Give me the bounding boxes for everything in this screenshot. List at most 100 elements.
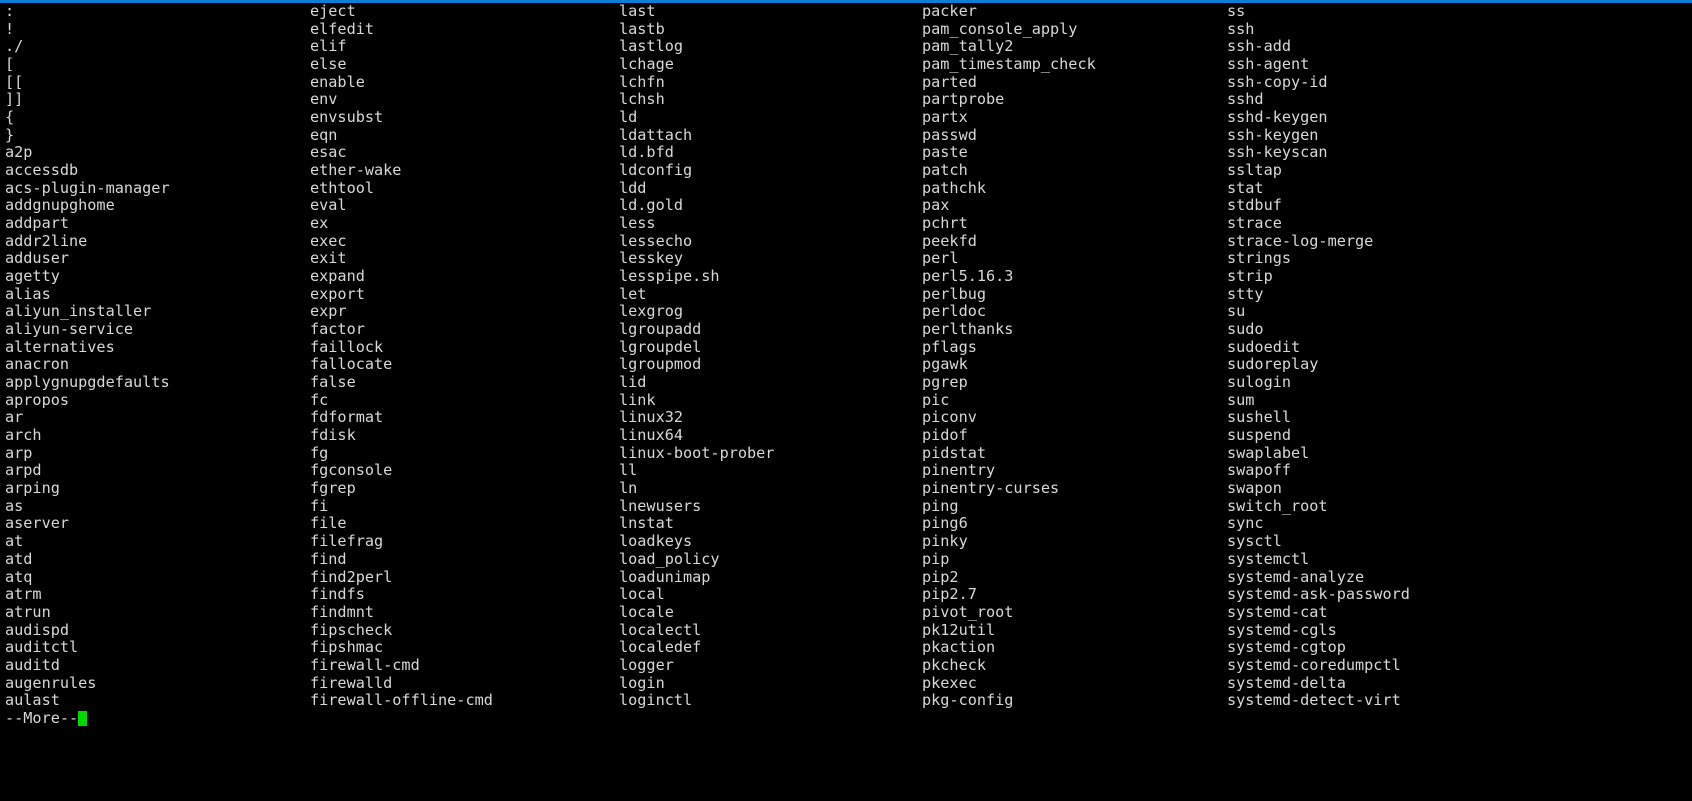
command-entry: find: [310, 549, 347, 568]
command-entry: ex: [310, 214, 329, 233]
command-entry: ld: [619, 108, 638, 127]
command-entry: stat: [1227, 178, 1264, 197]
command-entry: perldoc: [922, 302, 987, 321]
command-entry: }: [5, 125, 15, 144]
command-entry: sshd: [1227, 90, 1264, 109]
command-entry: sshd-keygen: [1227, 108, 1328, 127]
command-entry: elfedit: [310, 19, 375, 38]
command-entry: acs-plugin-manager: [5, 178, 170, 197]
command-entry: pathchk: [922, 178, 987, 197]
command-entry: addgnupghome: [5, 196, 115, 215]
command-entry: applygnupgdefaults: [5, 373, 170, 392]
command-entry: ether-wake: [310, 161, 402, 180]
command-entry: ssh-add: [1227, 37, 1292, 56]
command-entry: fipshmac: [310, 638, 384, 657]
column-1: :! ./[[[]]{} a2p accessdb acs-plugin-manager…: [0, 2, 305, 728]
command-entry: pkg-config: [922, 691, 1014, 710]
command-entry: pkcheck: [922, 655, 987, 674]
command-entry: expr: [310, 302, 347, 321]
command-entry: pam_tally2: [922, 37, 1014, 56]
command-entry: arch: [5, 426, 42, 445]
command-entry: ssh-keyscan: [1227, 143, 1328, 162]
command-entry: alternatives: [5, 337, 115, 356]
command-entry: peekfd: [922, 231, 977, 250]
command-entry: firewalld: [310, 673, 393, 692]
command-entry: linux-boot-prober: [619, 443, 775, 462]
more-pager-prompt[interactable]: --More--: [5, 708, 305, 728]
command-entry: ln: [619, 479, 638, 498]
command-entry: audispd: [5, 620, 70, 639]
command-entry: systemd-detect-virt: [1227, 691, 1401, 710]
command-entry: systemd-ask-password: [1227, 585, 1410, 604]
command-entry: pkexec: [922, 673, 977, 692]
command-entry: lchage: [619, 55, 674, 74]
command-entry: faillock: [310, 337, 384, 356]
command-entry: fdisk: [310, 426, 356, 445]
command-entry: pk12util: [922, 620, 996, 639]
command-entry: lchfn: [619, 72, 665, 91]
command-entry: ethtool: [310, 178, 375, 197]
command-entry: atd: [5, 549, 33, 568]
command-entry: atrun: [5, 602, 51, 621]
command-entry: pflags: [922, 337, 977, 356]
command-entry: perl: [922, 249, 959, 268]
command-entry: ssh-keygen: [1227, 125, 1319, 144]
command-entry: findmnt: [310, 602, 375, 621]
command-entry: ar: [5, 408, 24, 427]
command-entry: esac: [310, 143, 347, 162]
command-entry: pinentry-curses: [922, 479, 1060, 498]
command-entry: ssh: [1227, 19, 1255, 38]
command-entry: systemd-cgls: [1227, 620, 1337, 639]
command-entry: fg: [310, 443, 329, 462]
more-pager-label: --More--: [5, 708, 79, 727]
command-entry: enable: [310, 72, 365, 91]
command-entry: auditctl: [5, 638, 79, 657]
command-entry: sudoreplay: [1227, 355, 1319, 374]
command-entry: as: [5, 496, 24, 515]
command-entry: pgrep: [922, 373, 968, 392]
command-entry: logger: [619, 655, 674, 674]
command-entry: fi: [310, 496, 329, 515]
command-completion-output: :! ./[[[]]{} a2p accessdb acs-plugin-manager…: [0, 2, 1692, 801]
command-entry: filefrag: [310, 532, 384, 551]
command-entry: env: [310, 90, 338, 109]
command-entry: pip2: [922, 567, 959, 586]
command-entry: swapon: [1227, 479, 1282, 498]
command-entry: pip2.7: [922, 585, 977, 604]
command-entry: lchsh: [619, 90, 665, 109]
command-entry: systemd-analyze: [1227, 567, 1365, 586]
command-entry: elif: [310, 37, 347, 56]
command-entry: accessdb: [5, 161, 79, 180]
command-entry: atrm: [5, 585, 42, 604]
command-entry: load_policy: [619, 549, 720, 568]
command-entry: ld.gold: [619, 196, 684, 215]
command-entry: else: [310, 55, 347, 74]
command-entry: false: [310, 373, 356, 392]
command-entry: lexgrog: [619, 302, 684, 321]
command-entry: locale: [619, 602, 674, 621]
command-entry: arpd: [5, 461, 42, 480]
terminal-window[interactable]: :! ./[[[]]{} a2p accessdb acs-plugin-manager…: [0, 0, 1692, 801]
command-entry: aulast: [5, 691, 60, 710]
command-entry: paste: [922, 143, 968, 162]
command-entry: pgawk: [922, 355, 968, 374]
command-entry: pam_console_apply: [922, 19, 1078, 38]
command-entry: export: [310, 284, 365, 303]
command-entry: a2p: [5, 143, 33, 162]
command-entry: ldattach: [619, 125, 693, 144]
command-entry: linux64: [619, 426, 684, 445]
command-entry: [: [5, 55, 15, 74]
command-entry: ping: [922, 496, 959, 515]
command-entry: ss: [1227, 2, 1246, 20]
command-entry: localectl: [619, 620, 702, 639]
command-entry: strip: [1227, 267, 1273, 286]
command-entry: envsubst: [310, 108, 384, 127]
command-entry: last: [619, 2, 656, 20]
column-3: last lastb lastlog lchage lchfn lchsh ld ldatta…: [612, 2, 917, 710]
command-entry: aserver: [5, 514, 70, 533]
command-entry: passwd: [922, 125, 977, 144]
command-entry: augenrules: [5, 673, 97, 692]
command-entry: fc: [310, 390, 329, 409]
command-entry: {: [5, 108, 15, 127]
command-entry: pip: [922, 549, 950, 568]
